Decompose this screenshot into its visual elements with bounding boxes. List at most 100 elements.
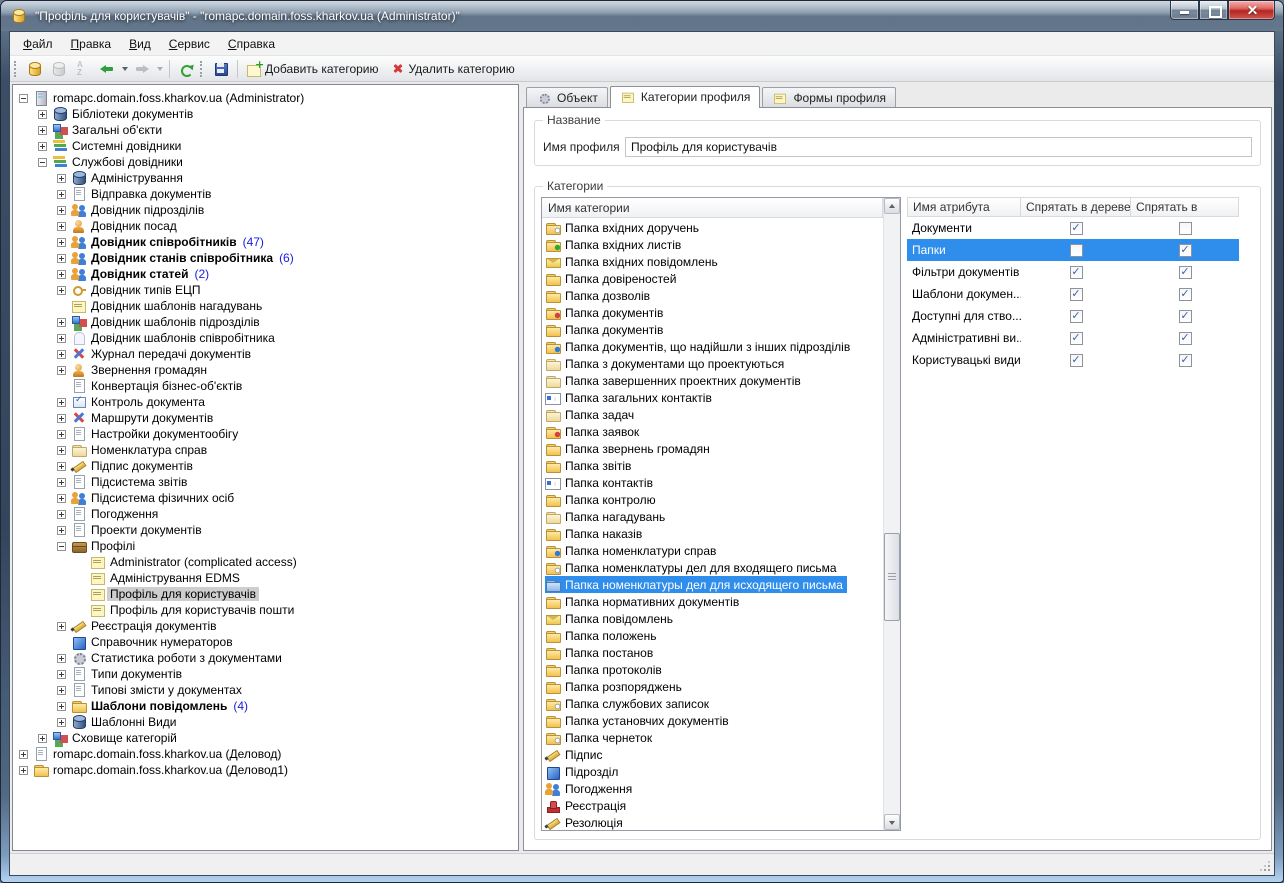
tree-item[interactable]: Бібліотеки документів [13, 106, 518, 122]
tree-expander[interactable] [38, 126, 47, 135]
tree-item[interactable]: romapc.domain.foss.kharkov.ua (Administr… [13, 90, 518, 106]
category-item[interactable]: Папка контактів [542, 474, 883, 491]
tree-expander[interactable] [38, 734, 47, 743]
category-item[interactable]: Папка задач [542, 406, 883, 423]
hide-in-tree-checkbox[interactable] [1070, 288, 1083, 301]
tree-item[interactable]: romapc.domain.foss.kharkov.ua (Деловод1) [13, 762, 518, 778]
attribute-row[interactable]: Папки [907, 239, 1239, 261]
tree-item[interactable]: Довідник статей(2) [13, 266, 518, 282]
tree-item[interactable]: Шаблони повідомлень(4) [13, 698, 518, 714]
category-item[interactable]: Папка номенклатуры дел для входящего пис… [542, 559, 883, 576]
tree-expander[interactable] [57, 446, 66, 455]
category-item[interactable]: Папка вхідних повідомлень [542, 253, 883, 270]
category-item[interactable]: Папка чернеток [542, 729, 883, 746]
scrollbar-thumb[interactable] [884, 533, 900, 621]
tree-item[interactable]: Профіль для користувачів пошти [13, 602, 518, 618]
tree-item[interactable]: Звернення громадян [13, 362, 518, 378]
hide-in-tree-checkbox[interactable] [1070, 310, 1083, 323]
tree-expander[interactable] [57, 478, 66, 487]
hide-in-checkbox[interactable] [1179, 310, 1192, 323]
scroll-down-button[interactable] [884, 814, 900, 830]
scroll-up-button[interactable] [884, 198, 900, 214]
tree-item[interactable]: Настройки документообігу [13, 426, 518, 442]
attribute-row[interactable]: Документи [907, 217, 1239, 239]
tree-expander[interactable] [57, 190, 66, 199]
menu-item[interactable]: Справка [219, 34, 284, 54]
category-item[interactable]: Папка звітів [542, 457, 883, 474]
menu-item[interactable]: Правка [62, 34, 121, 54]
save-button[interactable] [209, 57, 233, 81]
category-item[interactable]: Папка з документами що проектуються [542, 355, 883, 372]
minimize-button[interactable] [1170, 1, 1199, 20]
tree-expander[interactable] [57, 702, 66, 711]
copy-database-button[interactable] [47, 57, 71, 81]
tab-profile-forms[interactable]: Формы профиля [762, 87, 896, 107]
tree-expander[interactable] [57, 622, 66, 631]
category-item[interactable]: Погодження [542, 780, 883, 797]
tree-expander[interactable] [57, 526, 66, 535]
menu-item[interactable]: Вид [120, 34, 160, 54]
menu-item[interactable]: Сервис [160, 34, 219, 54]
category-item[interactable]: Папка завершенних проектних документів [542, 372, 883, 389]
tree-item[interactable]: Довідник шаблонів нагадувань [13, 298, 518, 314]
tree-item[interactable]: Статистика роботи з документами [13, 650, 518, 666]
tree-expander[interactable] [57, 334, 66, 343]
tree-item[interactable]: Службові довідники [13, 154, 518, 170]
category-item[interactable]: Папка довіреностей [542, 270, 883, 287]
back-button[interactable] [95, 57, 119, 81]
category-item[interactable]: Папка вхідних доручень [542, 219, 883, 236]
hide-in-tree-checkbox[interactable] [1070, 332, 1083, 345]
tree-item[interactable]: Адміністрування [13, 170, 518, 186]
category-item[interactable]: Папка звернень громадян [542, 440, 883, 457]
tree-expander[interactable] [57, 366, 66, 375]
delete-category-button[interactable]: Удалить категорию [386, 57, 522, 81]
tree-expander[interactable] [57, 510, 66, 519]
category-item[interactable]: Папка нагадувань [542, 508, 883, 525]
attribute-name-header[interactable]: Имя атрибута [907, 197, 1021, 217]
tree-expander[interactable] [38, 158, 47, 167]
menu-item[interactable]: Файл [14, 34, 62, 54]
category-item[interactable]: Папка документів [542, 304, 883, 321]
tree-item[interactable]: Адміністрування EDMS [13, 570, 518, 586]
tree-expander[interactable] [57, 430, 66, 439]
refresh-button[interactable] [174, 57, 198, 81]
forward-button[interactable] [130, 57, 154, 81]
sort-button[interactable] [71, 57, 95, 81]
attribute-row[interactable]: Фільтри документів [907, 261, 1239, 283]
tree-expander[interactable] [57, 254, 66, 263]
hide-in-tree-header[interactable]: Спрятать в дереве [1021, 197, 1131, 217]
category-item[interactable]: Підпис [542, 746, 883, 763]
tree-item[interactable]: Підсистема фізичних осіб [13, 490, 518, 506]
category-item[interactable]: Резолюція [542, 814, 883, 830]
tree-item[interactable]: Типи документів [13, 666, 518, 682]
category-item[interactable]: Папка повідомлень [542, 610, 883, 627]
attribute-row[interactable]: Шаблони докумен... [907, 283, 1239, 305]
tree-item[interactable]: Довідник підрозділів [13, 202, 518, 218]
hide-in-checkbox[interactable] [1179, 266, 1192, 279]
hide-in-header[interactable]: Спрятать в [1131, 197, 1239, 217]
tree-expander[interactable] [38, 142, 47, 151]
tree-item[interactable]: Профіль для користувачів [13, 586, 518, 602]
tree-expander[interactable] [57, 286, 66, 295]
tree-item[interactable]: Довідник шаблонів співробітника [13, 330, 518, 346]
category-item[interactable]: Папка документів [542, 321, 883, 338]
category-item[interactable]: Папка розпоряджень [542, 678, 883, 695]
category-item[interactable]: Папка загальних контактів [542, 389, 883, 406]
tree-item[interactable]: Профілі [13, 538, 518, 554]
tree-expander[interactable] [57, 350, 66, 359]
tree-item[interactable]: romapc.domain.foss.kharkov.ua (Деловод) [13, 746, 518, 762]
maximize-button[interactable] [1199, 1, 1228, 20]
tree-item[interactable]: Довідник шаблонів підрозділів [13, 314, 518, 330]
tree-expander[interactable] [57, 494, 66, 503]
category-item[interactable]: Папка документів, що надійшли з інших пі… [542, 338, 883, 355]
category-item[interactable]: Реєстрація [542, 797, 883, 814]
category-list-scrollbar[interactable] [883, 198, 900, 830]
category-item[interactable]: Папка положень [542, 627, 883, 644]
category-list-header[interactable]: Имя категории [542, 198, 883, 218]
attribute-row[interactable]: Адміністративні ви... [907, 327, 1239, 349]
category-item[interactable]: Папка установчих документів [542, 712, 883, 729]
tree-item[interactable]: Шаблонні Види [13, 714, 518, 730]
tab-object[interactable]: Объект [526, 87, 608, 107]
category-item[interactable]: Папка номенклатури справ [542, 542, 883, 559]
tree-item[interactable]: Підпис документів [13, 458, 518, 474]
